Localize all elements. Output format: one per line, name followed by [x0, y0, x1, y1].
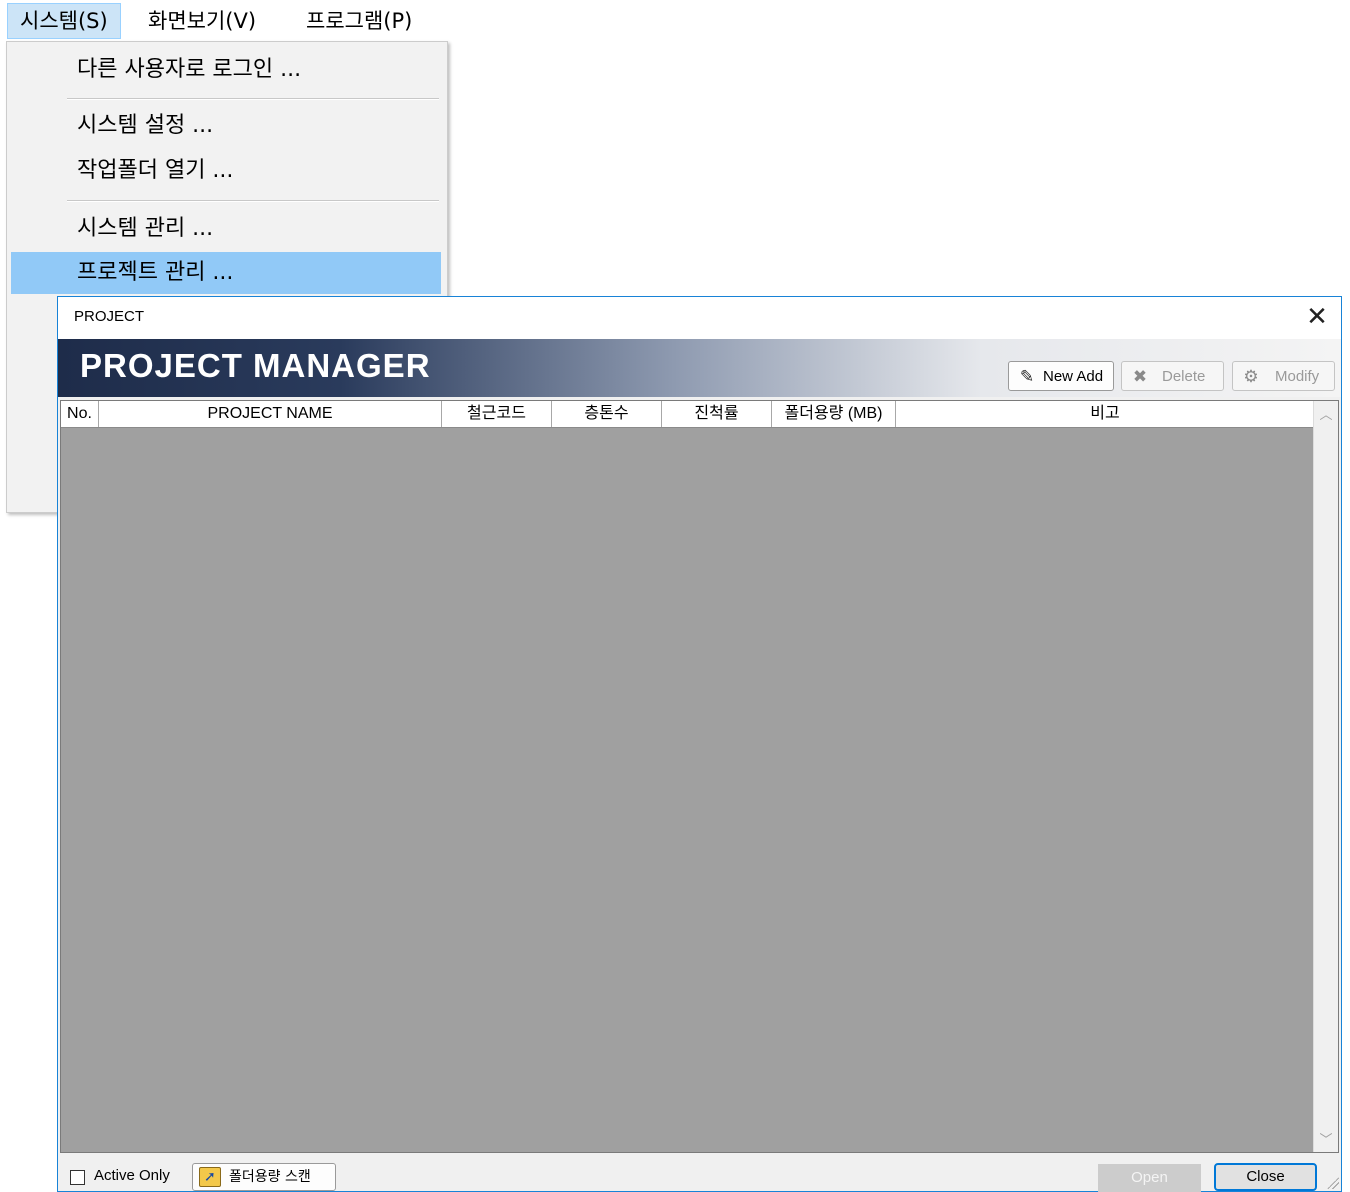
column-header-folder-size[interactable]: 폴더용량 (MB)	[772, 401, 896, 427]
menu-item-system-management[interactable]: 시스템 관리 ...	[11, 208, 441, 250]
column-header-rebar-code[interactable]: 철근코드	[442, 401, 552, 427]
menu-view[interactable]: 화면보기(V)	[136, 4, 268, 38]
banner-title: PROJECT MANAGER	[80, 347, 431, 384]
column-header-project-name[interactable]: PROJECT NAME	[99, 401, 442, 427]
menu-separator	[67, 200, 439, 202]
column-header-no[interactable]: No.	[61, 401, 99, 427]
magic-wand-icon: ✎	[1019, 367, 1035, 386]
close-button[interactable]: Close	[1214, 1163, 1317, 1191]
column-header-progress[interactable]: 진척률	[662, 401, 772, 427]
new-add-label: New Add	[1043, 368, 1104, 385]
column-header-tonnage[interactable]: 층톤수	[552, 401, 662, 427]
menu-item-system-settings[interactable]: 시스템 설정 ...	[11, 105, 441, 147]
open-button[interactable]: Open	[1098, 1164, 1201, 1192]
grid-header: No. PROJECT NAME 철근코드 층톤수 진척률 폴더용량 (MB) …	[61, 401, 1314, 428]
dialog-title-bar: PROJECT ✕	[58, 297, 1341, 339]
new-add-button[interactable]: ✎ New Add	[1008, 361, 1114, 391]
header-banner: PROJECT MANAGER ✎ New Add ✖ Delete ⚙ Mod…	[58, 339, 1341, 397]
active-only-label: Active Only	[94, 1167, 170, 1184]
project-grid[interactable]: No. PROJECT NAME 철근코드 층톤수 진척률 폴더용량 (MB) …	[60, 400, 1339, 1153]
dialog-footer: Active Only 폴더용량 스캔 Open Close	[58, 1155, 1341, 1192]
active-only-checkbox[interactable]	[70, 1170, 85, 1185]
folder-size-scan-button[interactable]: 폴더용량 스캔	[192, 1163, 336, 1191]
folder-size-scan-label: 폴더용량 스캔	[229, 1169, 311, 1185]
menu-system[interactable]: 시스템(S)	[7, 3, 121, 39]
folder-scan-icon	[199, 1164, 221, 1190]
close-icon[interactable]: ✕	[1303, 303, 1331, 331]
menu-separator	[67, 98, 439, 100]
delete-label: Delete	[1162, 368, 1206, 385]
delete-button[interactable]: ✖ Delete	[1121, 361, 1224, 391]
menu-item-project-management[interactable]: 프로젝트 관리 ...	[11, 252, 441, 294]
modify-button[interactable]: ⚙ Modify	[1232, 361, 1335, 391]
menu-bar: 시스템(S) 화면보기(V) 프로그램(P)	[0, 0, 1350, 41]
modify-label: Modify	[1275, 368, 1320, 385]
menu-item-open-work-folder[interactable]: 작업폴더 열기 ...	[11, 150, 441, 192]
menu-item-login-as-other-user[interactable]: 다른 사용자로 로그인 ...	[11, 49, 441, 91]
dialog-title: PROJECT	[74, 308, 145, 325]
gear-icon: ⚙	[1243, 367, 1259, 386]
menu-program[interactable]: 프로그램(P)	[294, 4, 424, 38]
delete-x-icon: ✖	[1132, 367, 1148, 386]
project-dialog: PROJECT ✕ PROJECT MANAGER ✎ New Add ✖ De…	[57, 296, 1342, 1192]
scroll-down-arrow-icon[interactable]: ﹀	[1314, 1129, 1338, 1149]
resize-grip-icon[interactable]	[1327, 1177, 1339, 1189]
column-header-remarks[interactable]: 비고	[896, 401, 1314, 427]
vertical-scrollbar[interactable]: ︿ ﹀	[1313, 401, 1338, 1152]
scroll-up-arrow-icon[interactable]: ︿	[1314, 404, 1338, 424]
